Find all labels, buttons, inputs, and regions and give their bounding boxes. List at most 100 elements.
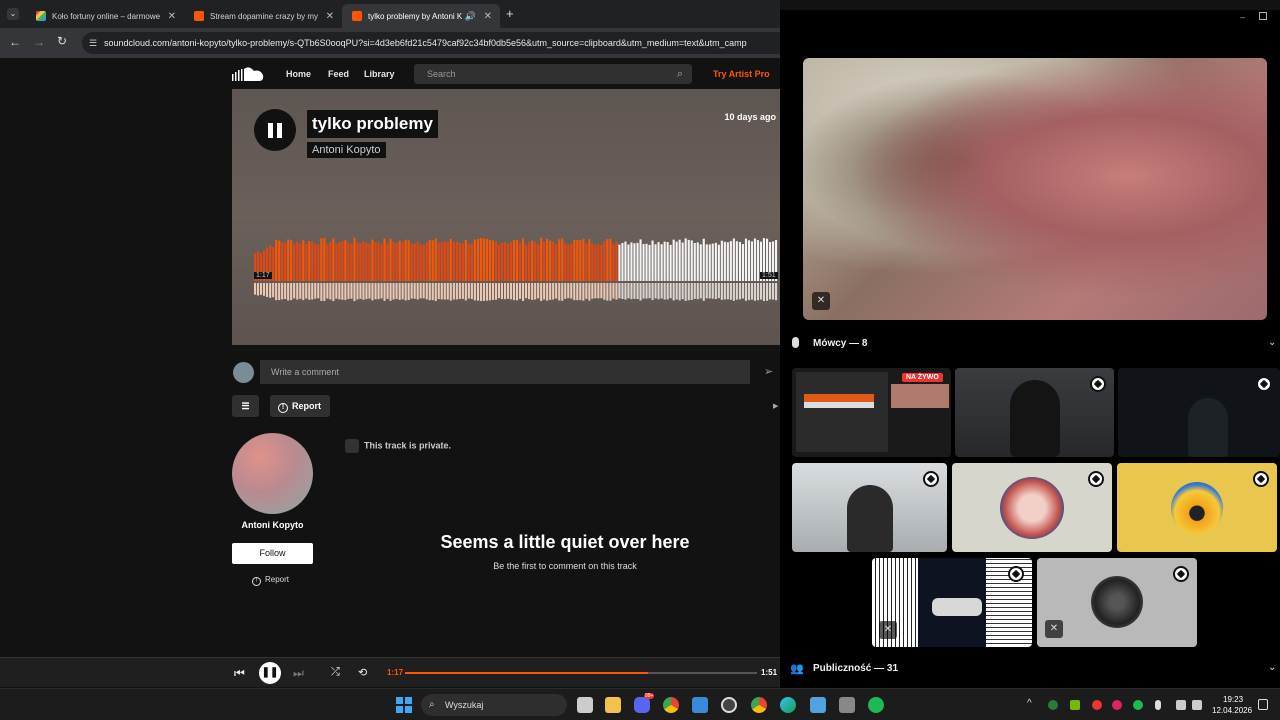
nav-home[interactable]: Home: [286, 69, 311, 79]
tray-red-icon[interactable]: [1092, 700, 1102, 710]
nvidia-icon[interactable]: [1070, 700, 1080, 710]
speaker-tile-3[interactable]: [1118, 368, 1280, 457]
maximize-icon[interactable]: [1259, 12, 1267, 20]
artist-avatar[interactable]: [232, 433, 313, 514]
chevron-down-icon[interactable]: ⌄: [1268, 662, 1276, 673]
speaker-tile-7[interactable]: ✕: [872, 558, 1032, 647]
tray-mic-icon[interactable]: [1155, 700, 1161, 710]
follow-button[interactable]: Follow: [232, 543, 313, 564]
waveform-bar: [723, 241, 726, 281]
waveform-reflection-bar: [392, 283, 395, 300]
clock-time[interactable]: 19:23: [1223, 695, 1243, 704]
chrome-icon[interactable]: [663, 697, 679, 713]
search-input[interactable]: Search ⌕: [414, 64, 692, 84]
speaker-tile-2[interactable]: [955, 368, 1114, 457]
waveform-reflection-bar: [371, 283, 374, 301]
nav-library[interactable]: Library: [364, 69, 395, 79]
tab-label: Koło fortuny online – darmowe: [52, 11, 161, 21]
file-explorer-icon[interactable]: [605, 697, 621, 713]
spotify-icon[interactable]: [868, 697, 884, 713]
soundcloud-logo-icon[interactable]: [232, 66, 264, 81]
new-tab-icon[interactable]: +: [506, 6, 514, 21]
night-street-photo: [932, 598, 982, 616]
minimize-icon[interactable]: –: [1240, 12, 1245, 22]
volume-icon[interactable]: [1192, 700, 1202, 710]
audience-header[interactable]: Publiczność — 31: [813, 663, 898, 674]
forward-icon[interactable]: →: [33, 35, 45, 49]
shuffle-icon[interactable]: ⤮: [331, 666, 340, 679]
discord-icon[interactable]: [634, 697, 650, 713]
waveform-reflection-bar: [666, 283, 669, 300]
app-icon[interactable]: [721, 697, 737, 713]
stage-moderator-icon: [1008, 566, 1024, 582]
network-icon[interactable]: [1176, 700, 1186, 710]
url-field[interactable]: ☰ soundcloud.com/antoni-kopyto/tylko-pro…: [82, 32, 780, 54]
tray-red2-icon[interactable]: [1112, 700, 1122, 710]
start-icon[interactable]: [396, 697, 412, 713]
track-artist[interactable]: Antoni Kopyto: [307, 142, 386, 158]
speaker-tile-8[interactable]: ✕: [1037, 558, 1197, 647]
speaker-tile-screen[interactable]: NA ŻYWO: [792, 368, 951, 457]
queue-button[interactable]: ☰: [232, 395, 259, 417]
waveform-reflection-bar: [323, 283, 326, 301]
waveform-bar: [726, 242, 729, 281]
waveform-reflection-bar: [573, 283, 576, 301]
nav-feed[interactable]: Feed: [328, 69, 349, 79]
stage-moderator-icon: [923, 471, 939, 487]
chrome-active-icon[interactable]: [751, 697, 767, 713]
taskbar-search-placeholder: Wyszukaj: [445, 700, 484, 710]
speaker-tile-5[interactable]: [952, 463, 1112, 552]
tab-tylko-problemy[interactable]: tylko problemy by Antoni K 🔊 ✕: [342, 4, 500, 28]
close-icon[interactable]: ✕: [168, 11, 176, 22]
send-icon[interactable]: ➢: [764, 365, 773, 378]
more-chevron-icon[interactable]: ▶: [773, 402, 778, 410]
photos-icon[interactable]: [692, 697, 708, 713]
waveform-reflection-bar: [344, 283, 347, 301]
waveform-bar: [356, 241, 359, 281]
speakers-header[interactable]: Mówcy — 8: [813, 338, 867, 349]
previous-icon[interactable]: ⏮: [234, 666, 245, 681]
next-icon[interactable]: ⏭: [293, 666, 304, 681]
task-view-icon[interactable]: [577, 697, 593, 713]
profile-report-link[interactable]: ! Report: [252, 575, 289, 586]
progress-bar[interactable]: [405, 672, 757, 674]
close-icon[interactable]: ✕: [484, 11, 492, 22]
notifications-icon[interactable]: [1258, 699, 1268, 710]
clock-date[interactable]: 12.04.2026: [1212, 706, 1252, 715]
edge-icon[interactable]: [780, 697, 796, 713]
waveform-reflection-bar: [732, 283, 735, 301]
calculator-icon[interactable]: [839, 697, 855, 713]
waveform-reflection-bar: [254, 283, 257, 295]
search-icon[interactable]: ⌕: [677, 64, 683, 84]
back-icon[interactable]: ←: [9, 35, 21, 49]
taskbar-search-input[interactable]: ⌕ Wyszukaj: [421, 694, 567, 716]
tab-stream-dopamine[interactable]: Stream dopamine crazy by my ✕: [184, 4, 342, 28]
waveform-bar: [362, 241, 365, 281]
chevron-down-icon[interactable]: ⌄: [1268, 337, 1276, 348]
waveform-reflection-bar: [636, 283, 639, 299]
reload-icon[interactable]: ↻: [57, 34, 67, 48]
comment-input[interactable]: Write a comment: [260, 360, 750, 384]
speaker-tile-4[interactable]: [792, 463, 947, 552]
tab-search-chevron-icon[interactable]: ⌄: [7, 8, 19, 20]
repeat-icon[interactable]: ⟲: [358, 666, 367, 679]
audio-playing-icon[interactable]: 🔊: [465, 11, 476, 22]
notepad-icon[interactable]: [810, 697, 826, 713]
close-icon[interactable]: ✕: [326, 11, 334, 22]
pause-button[interactable]: [254, 109, 296, 151]
player-pause-button[interactable]: ❚❚: [259, 662, 281, 684]
tray-chevron-icon[interactable]: ^: [1027, 698, 1032, 709]
artist-name[interactable]: Antoni Kopyto: [232, 520, 313, 530]
waveform[interactable]: [254, 233, 778, 305]
tab-kolo-fortuny[interactable]: Koło fortuny online – darmowe ✕: [26, 4, 184, 28]
speaker-tile-6[interactable]: [1117, 463, 1277, 552]
waveform-reflection-bar: [353, 283, 356, 302]
waveform-reflection-bar: [633, 283, 636, 299]
stream-video[interactable]: ✕: [803, 58, 1267, 320]
site-info-icon[interactable]: ☰: [89, 32, 97, 54]
tray-app-icon[interactable]: [1048, 700, 1058, 710]
tray-spotify-icon[interactable]: [1133, 700, 1143, 710]
waveform-reflection-bar: [275, 283, 278, 301]
try-artist-pro-link[interactable]: Try Artist Pro: [713, 69, 770, 79]
report-button[interactable]: ! Report: [270, 395, 330, 417]
